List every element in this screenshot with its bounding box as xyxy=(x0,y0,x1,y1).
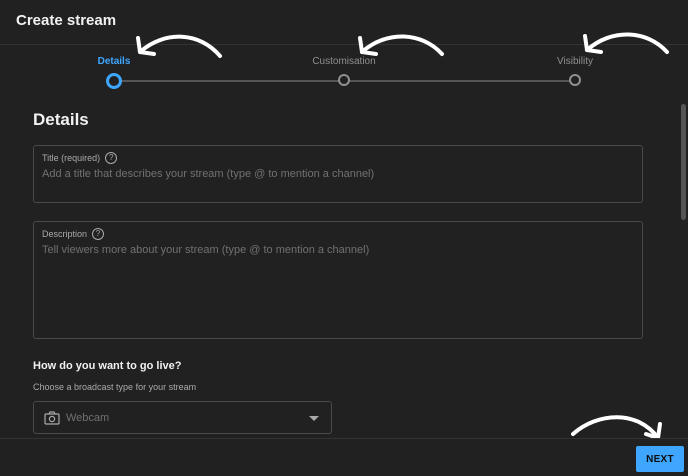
title-field[interactable]: Title (required) ? Add a title that desc… xyxy=(33,145,643,203)
broadcast-type-value: Webcam xyxy=(66,412,110,424)
dialog-footer xyxy=(0,438,688,476)
step-connector xyxy=(344,80,575,82)
description-field-label: Description xyxy=(42,229,88,239)
description-field[interactable]: Description ? Tell viewers more about yo… xyxy=(33,221,643,339)
help-icon[interactable]: ? xyxy=(105,152,118,164)
title-field-label: Title (required) xyxy=(42,153,101,163)
title-placeholder[interactable]: Add a title that describes your stream (… xyxy=(42,168,374,180)
step-connector xyxy=(114,80,344,82)
section-title: Details xyxy=(33,110,89,129)
broadcast-type-select[interactable]: Webcam xyxy=(33,401,332,434)
annotation-arrow-icon xyxy=(358,34,444,56)
description-field-label-row: Description ? xyxy=(42,228,105,240)
go-live-subtitle: Choose a broadcast type for your stream xyxy=(33,382,197,392)
scrollbar-thumb[interactable] xyxy=(681,104,686,220)
title-field-label-row: Title (required) ? xyxy=(42,152,118,164)
create-stream-dialog: Create stream Details Customisation Visi… xyxy=(0,0,688,476)
next-button[interactable]: NEXT xyxy=(636,446,684,472)
step-details-dot[interactable] xyxy=(106,73,122,89)
step-visibility-dot[interactable] xyxy=(569,74,581,86)
chevron-down-icon[interactable] xyxy=(309,416,319,421)
dialog-title: Create stream xyxy=(16,12,117,29)
annotation-arrow-icon xyxy=(136,34,222,58)
step-details-label[interactable]: Details xyxy=(98,56,131,67)
help-icon[interactable]: ? xyxy=(92,228,105,240)
annotation-arrow-icon xyxy=(583,32,669,54)
description-placeholder[interactable]: Tell viewers more about your stream (typ… xyxy=(42,244,369,256)
go-live-heading: How do you want to go live? xyxy=(33,360,182,372)
step-customisation-dot[interactable] xyxy=(338,74,350,86)
camera-icon xyxy=(44,411,60,425)
